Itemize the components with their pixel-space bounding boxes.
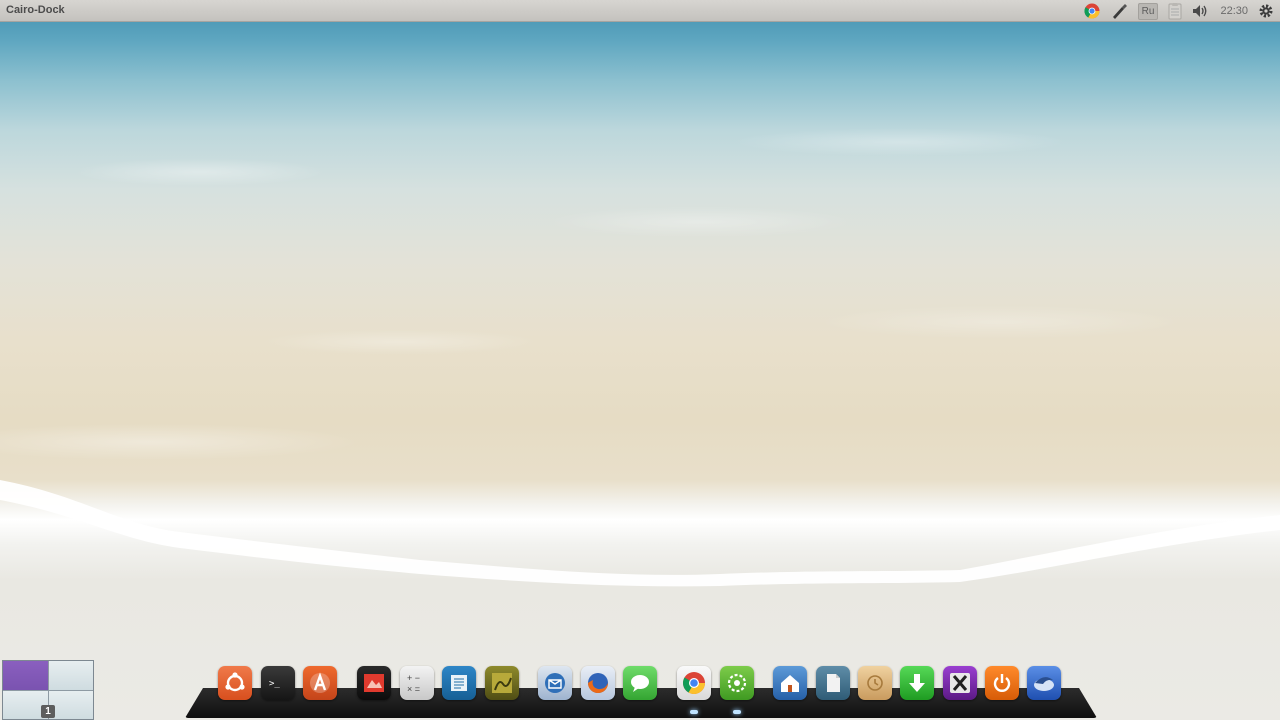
xchat-icon[interactable]	[943, 666, 977, 700]
thunderbird-icon[interactable]	[1027, 666, 1061, 700]
workspace-number: 1	[41, 705, 55, 718]
top-panel: Cairo-Dock Ru 22:30	[0, 0, 1280, 22]
calculator-icon[interactable]: + − × =	[400, 666, 434, 700]
image-editor-icon[interactable]	[485, 666, 519, 700]
svg-text:>_: >_	[269, 679, 280, 689]
photo-viewer-icon[interactable]	[357, 666, 391, 700]
firefox-icon[interactable]	[581, 666, 615, 700]
chrome-icon[interactable]	[677, 666, 711, 700]
backup-icon[interactable]	[858, 666, 892, 700]
settings-gear-icon[interactable]	[1258, 0, 1274, 22]
wallpaper-ripples	[0, 22, 1280, 492]
email-client-icon[interactable]	[538, 666, 572, 700]
downloads-icon[interactable]	[900, 666, 934, 700]
svg-text:+ −: + −	[407, 673, 420, 683]
documents-icon[interactable]	[816, 666, 850, 700]
ubuntu-tweak-icon[interactable]	[720, 666, 754, 700]
ubuntu-icon[interactable]	[218, 666, 252, 700]
svg-text:× =: × =	[407, 684, 420, 694]
software-center-icon[interactable]	[303, 666, 337, 700]
draw-tool-tray-icon[interactable]	[1110, 0, 1128, 22]
home-folder-icon[interactable]	[773, 666, 807, 700]
text-editor-icon[interactable]	[442, 666, 476, 700]
running-indicator	[733, 710, 741, 714]
messaging-icon[interactable]	[623, 666, 657, 700]
shutdown-icon[interactable]	[985, 666, 1019, 700]
running-indicator	[690, 710, 698, 714]
dock: >_ + − × =	[0, 666, 1280, 706]
clock[interactable]: 22:30	[1220, 0, 1248, 22]
clipboard-tray-icon[interactable]	[1168, 0, 1182, 22]
panel-title: Cairo-Dock	[6, 4, 65, 16]
volume-icon[interactable]	[1192, 0, 1210, 22]
terminal-icon[interactable]: >_	[261, 666, 295, 700]
keyboard-layout-label: Ru	[1137, 2, 1159, 20]
keyboard-layout[interactable]: Ru	[1137, 0, 1159, 22]
chrome-tray-icon[interactable]	[1084, 0, 1100, 22]
system-tray: Ru 22:30	[1074, 0, 1274, 22]
